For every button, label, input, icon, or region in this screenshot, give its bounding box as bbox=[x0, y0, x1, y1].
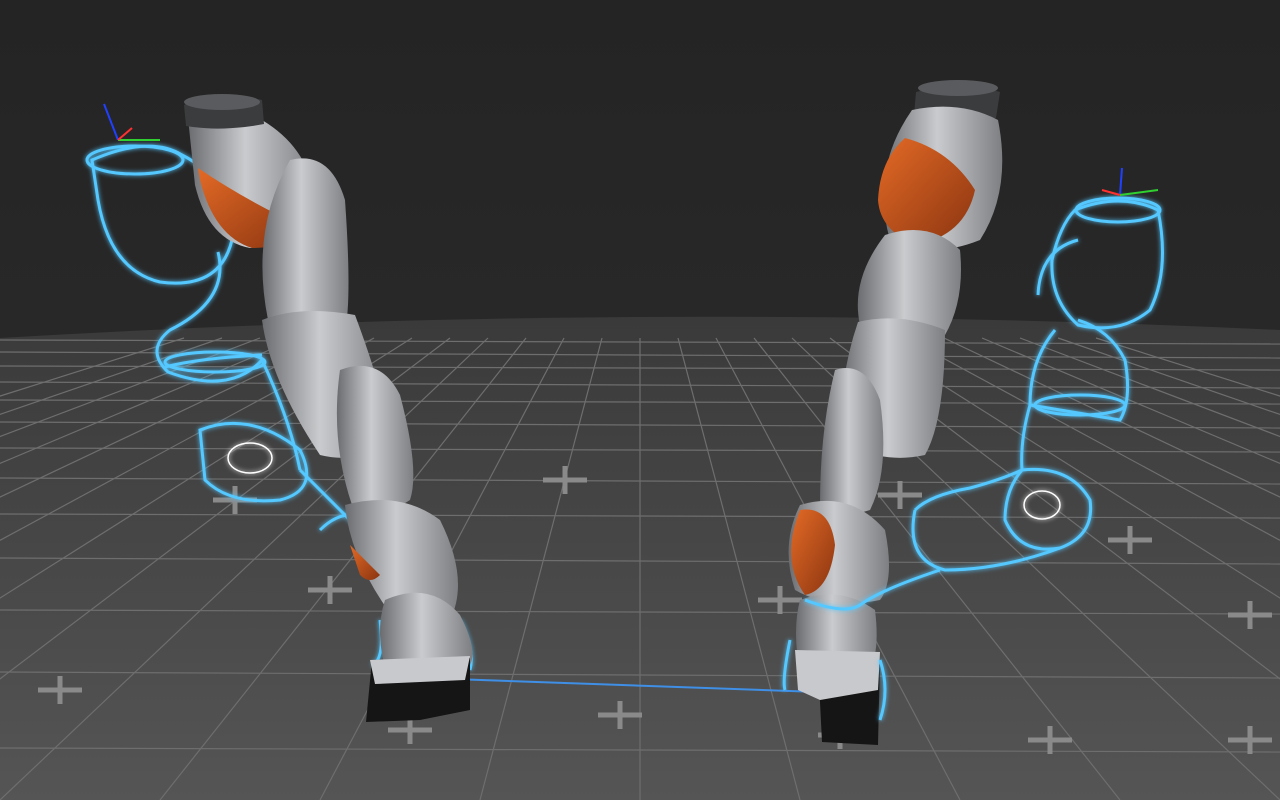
left-arm-base-cover bbox=[370, 656, 470, 684]
right-arm-flange-top bbox=[918, 80, 998, 96]
scene-canvas[interactable] bbox=[0, 0, 1280, 800]
left-arm-flange-top bbox=[184, 94, 260, 110]
3d-viewport[interactable] bbox=[0, 0, 1280, 800]
